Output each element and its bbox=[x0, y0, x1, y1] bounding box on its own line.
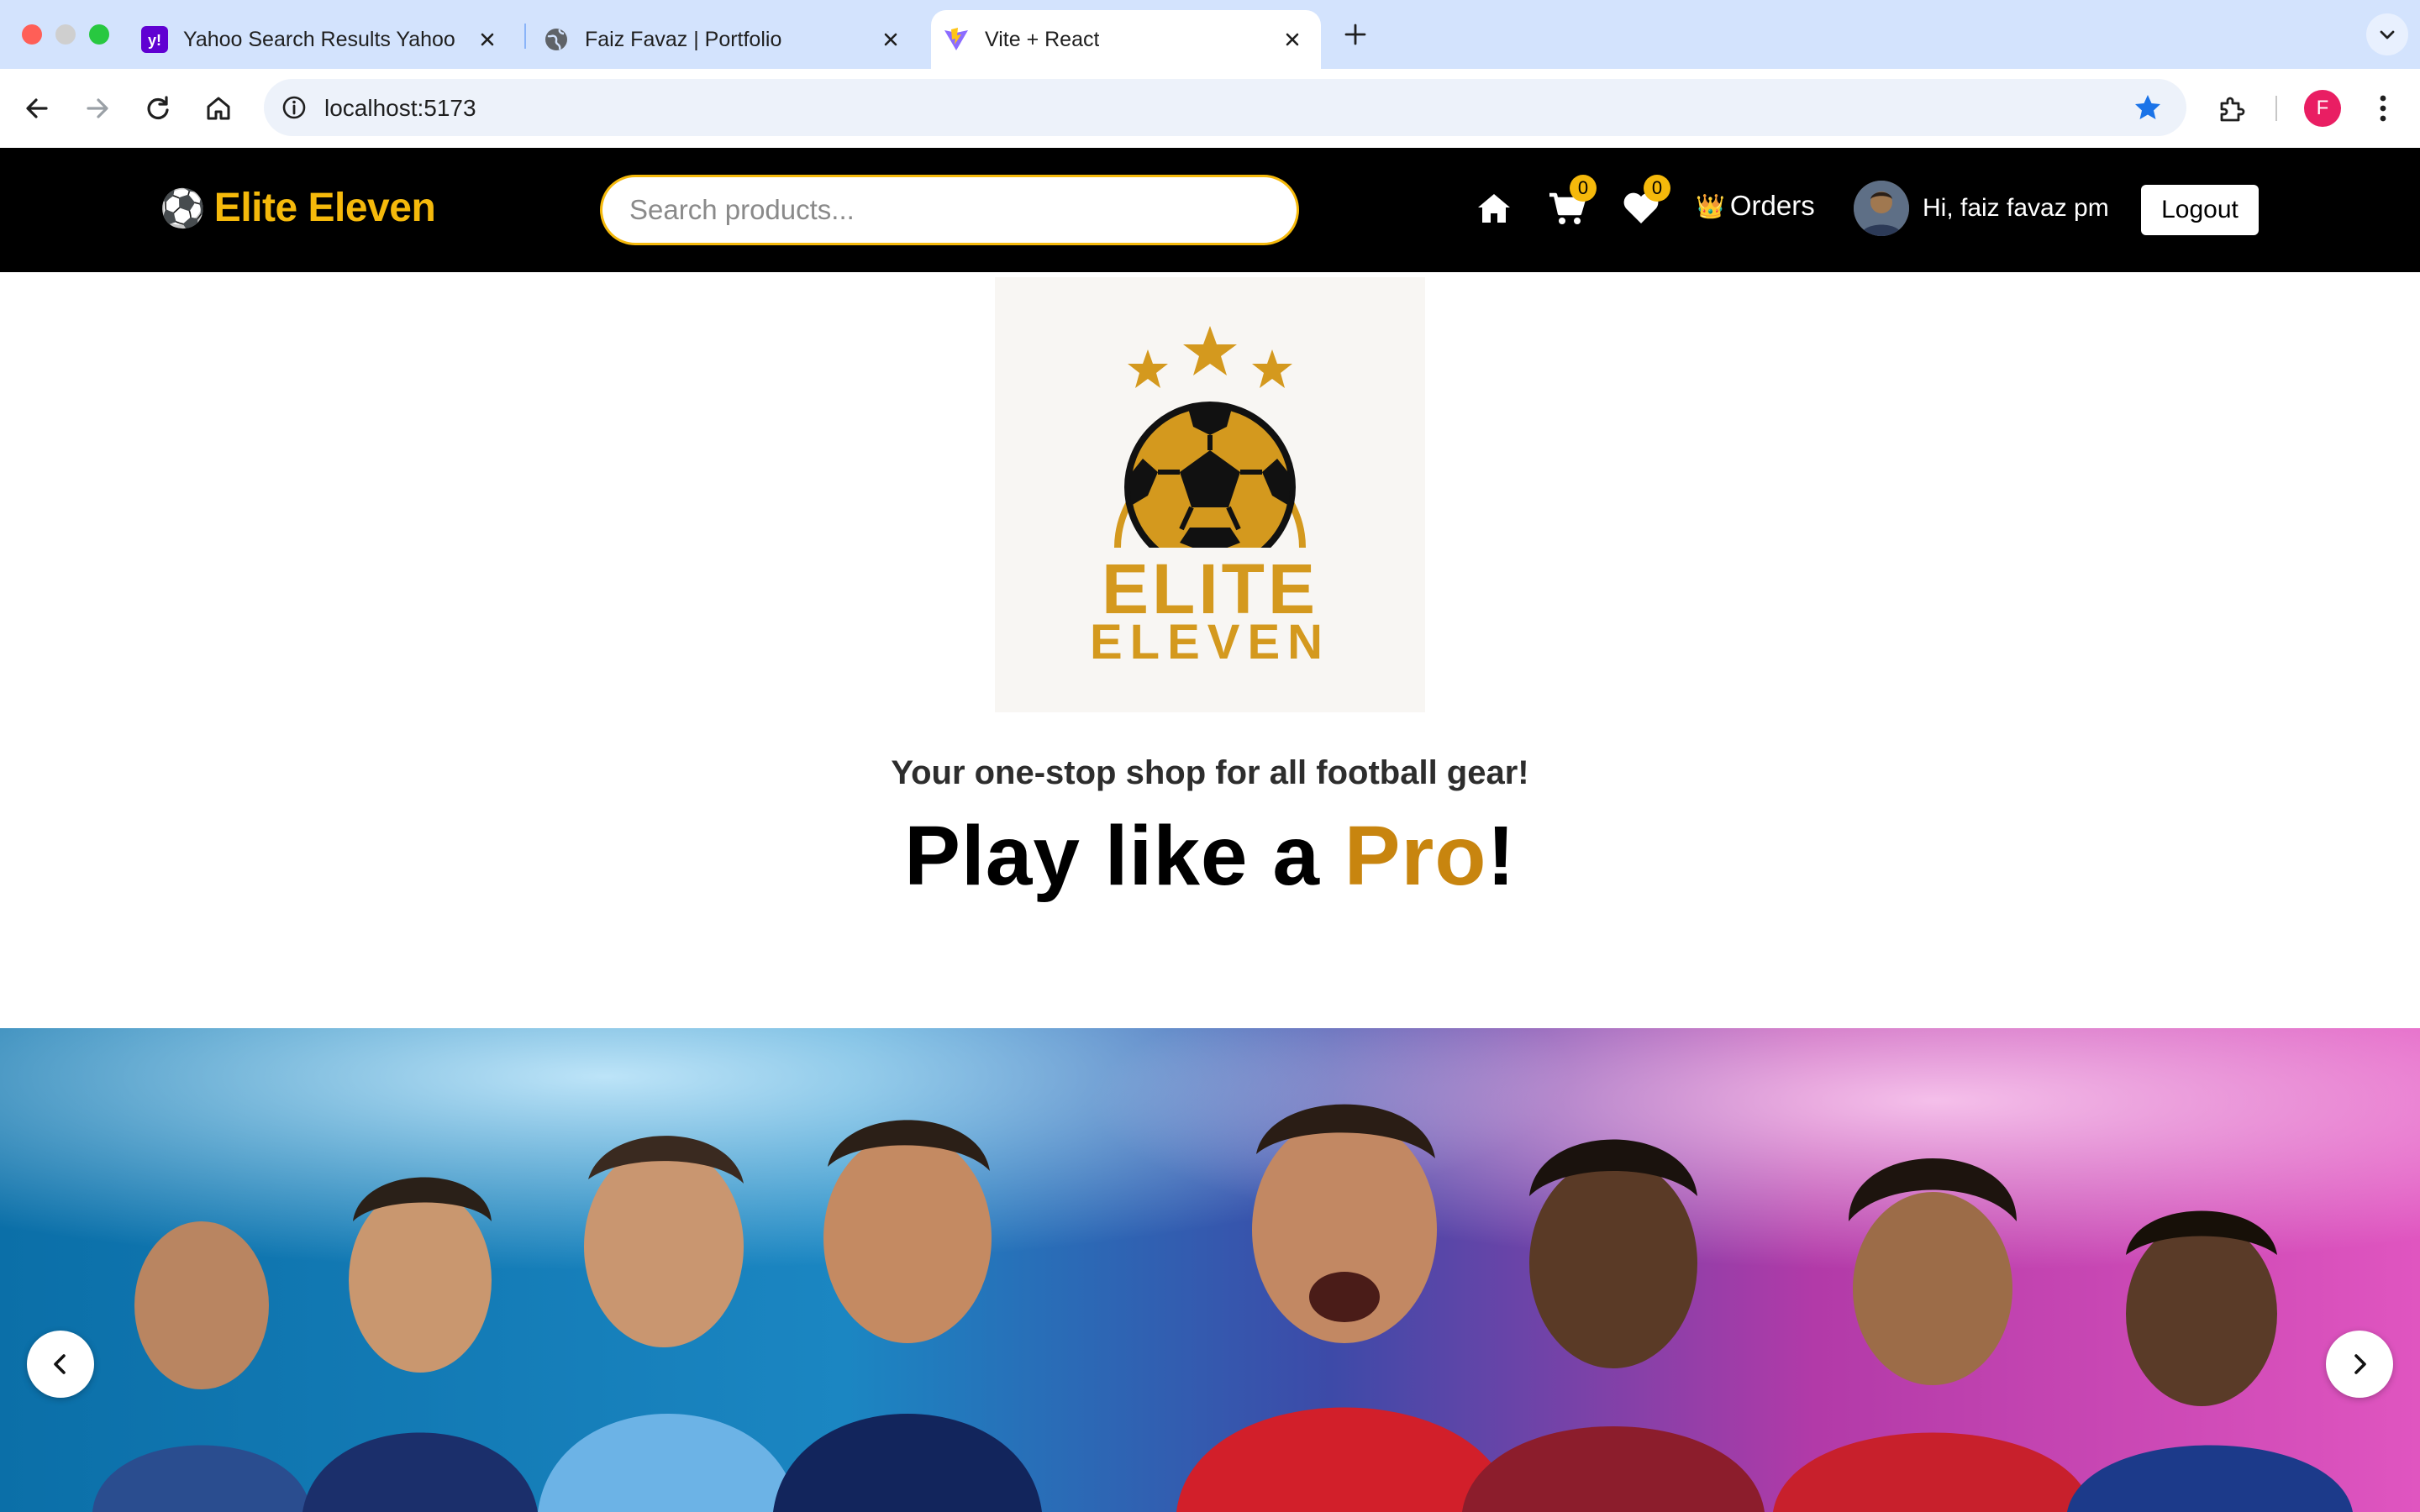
browser-tab-portfolio[interactable]: Faiz Favaz | Portfolio bbox=[543, 10, 919, 69]
elite-eleven-logo: ELITE ELEVEN bbox=[995, 277, 1425, 712]
home-button[interactable] bbox=[200, 90, 237, 127]
chevron-right-icon bbox=[2354, 1354, 2366, 1374]
home-icon bbox=[1478, 194, 1510, 223]
logout-button[interactable]: Logout bbox=[2141, 185, 2259, 235]
carousel-slide-image bbox=[0, 1028, 2420, 1512]
wishlist-count-badge: 0 bbox=[1644, 175, 1670, 202]
more-vertical-icon bbox=[2380, 95, 2386, 122]
tab-close-icon[interactable] bbox=[477, 29, 497, 50]
user-avatar bbox=[1854, 181, 1909, 236]
vite-icon bbox=[944, 28, 968, 50]
window-close-dot[interactable] bbox=[22, 24, 42, 45]
headline-text: Play like a bbox=[904, 809, 1344, 903]
tab-search-button[interactable] bbox=[2366, 13, 2408, 55]
cart-count-badge: 0 bbox=[1570, 175, 1597, 202]
chevron-left-icon bbox=[54, 1354, 66, 1374]
reload-button[interactable] bbox=[139, 90, 176, 127]
hero-carousel bbox=[0, 1028, 2420, 1512]
search-input[interactable] bbox=[600, 175, 1299, 245]
extensions-button[interactable] bbox=[2213, 90, 2250, 127]
bookmark-star-icon[interactable] bbox=[2133, 92, 2163, 123]
wishlist-nav-link[interactable]: 0 bbox=[1622, 175, 1670, 229]
browser-tabstrip: y! Yahoo Search Results Yahoo I Faiz Fav… bbox=[0, 0, 2420, 69]
puzzle-icon bbox=[2220, 97, 2245, 122]
user-profile-link[interactable]: Hi, faiz favaz pm bbox=[1854, 181, 2109, 236]
user-greeting: Hi, faiz favaz pm bbox=[1923, 194, 2109, 222]
arrow-right-icon bbox=[87, 98, 108, 118]
globe-icon bbox=[545, 29, 567, 50]
svg-text:y!: y! bbox=[148, 32, 161, 49]
tab-title: Yahoo Search Results Yahoo I bbox=[183, 27, 460, 51]
cart-nav-link[interactable]: 0 bbox=[1548, 175, 1597, 231]
site-info-icon[interactable] bbox=[281, 94, 308, 121]
home-outline-icon bbox=[207, 97, 230, 120]
tab-title: Faiz Favaz | Portfolio bbox=[585, 27, 782, 51]
hero-headline: Play like a Pro! bbox=[0, 808, 2420, 905]
window-minimize-dot[interactable] bbox=[55, 24, 76, 45]
browser-tab-yahoo[interactable]: y! Yahoo Search Results Yahoo I bbox=[141, 10, 516, 69]
yahoo-icon: y! bbox=[141, 26, 168, 53]
tab-close-icon[interactable] bbox=[881, 29, 901, 50]
headline-punctuation: ! bbox=[1486, 809, 1516, 903]
app-navbar: ⚽ Elite Eleven 0 0 👑 Orders bbox=[0, 148, 2420, 272]
orders-label: Orders bbox=[1729, 190, 1815, 221]
headline-highlight: Pro bbox=[1344, 809, 1487, 903]
url-text: localhost:5173 bbox=[324, 95, 476, 121]
soccer-ball-icon: ⚽ bbox=[160, 187, 206, 229]
browser-tab-vite[interactable]: Vite + React bbox=[931, 10, 1321, 69]
carousel-prev-button[interactable] bbox=[27, 1331, 94, 1398]
brand-link[interactable]: ⚽ Elite Eleven bbox=[160, 185, 436, 231]
address-bar[interactable]: localhost:5173 bbox=[264, 79, 2186, 136]
back-button[interactable] bbox=[18, 90, 55, 127]
window-maximize-dot[interactable] bbox=[89, 24, 109, 45]
chevron-down-icon bbox=[2380, 30, 2395, 39]
browser-menu-button[interactable] bbox=[2365, 90, 2402, 127]
tab-separator bbox=[524, 24, 526, 49]
reload-icon bbox=[147, 96, 169, 120]
brand-name: Elite Eleven bbox=[213, 186, 436, 230]
tab-title: Vite + React bbox=[985, 27, 1100, 51]
profile-avatar[interactable]: F bbox=[2304, 90, 2341, 127]
tab-close-icon[interactable] bbox=[1282, 29, 1302, 50]
home-nav-link[interactable] bbox=[1476, 190, 1512, 231]
new-tab-icon[interactable] bbox=[1343, 22, 1368, 47]
toolbar-divider bbox=[2275, 96, 2277, 121]
orders-nav-link[interactable]: 👑 Orders bbox=[1696, 190, 1815, 222]
carousel-next-button[interactable] bbox=[2326, 1331, 2393, 1398]
crown-icon: 👑 bbox=[1696, 192, 1725, 219]
logo-line2: ELEVEN bbox=[1090, 615, 1330, 669]
tagline: Your one-stop shop for all football gear… bbox=[891, 754, 1529, 791]
forward-button[interactable] bbox=[79, 90, 116, 127]
arrow-left-icon bbox=[26, 98, 48, 118]
